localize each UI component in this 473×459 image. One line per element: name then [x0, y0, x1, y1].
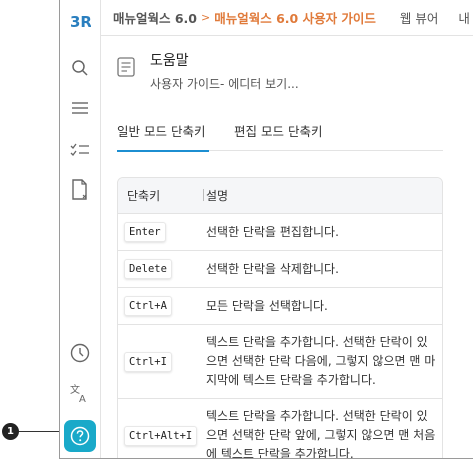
page-title: 도움말: [150, 53, 189, 69]
shortcut-key: Ctrl+Alt+I: [124, 425, 198, 446]
breadcrumb-separator: >: [201, 11, 211, 24]
table-row: Enter 선택한 단락을 편집합니다.: [118, 214, 442, 251]
logo-icon[interactable]: 3R: [68, 9, 92, 33]
app-window: 3R 文A 매뉴얼웍스 6.0 > 매뉴얼웍스 6.0 사용자 가이드 웹 뷰어: [59, 0, 473, 459]
tab-edit-mode[interactable]: 편집 모드 단축키: [234, 121, 322, 151]
history-icon[interactable]: [68, 341, 92, 365]
search-icon[interactable]: [68, 56, 92, 80]
translate-icon[interactable]: 文A: [68, 381, 92, 405]
table-row: Ctrl+A 모든 단락을 선택합니다.: [118, 288, 442, 325]
document-icon[interactable]: [68, 178, 92, 202]
shortcut-description: 모든 단락을 선택합니다.: [206, 298, 328, 313]
checklist-icon[interactable]: [68, 138, 92, 162]
breadcrumb-product[interactable]: 매뉴얼웍스 6.0: [113, 8, 197, 27]
shortcut-description: 텍스트 단락을 추가합니다. 선택한 단락이 있으면 선택한 단락 다음에, 그…: [206, 335, 436, 387]
shortcut-key: Ctrl+I: [124, 351, 172, 372]
shortcut-description: 선택한 단락을 삭제합니다.: [206, 261, 339, 276]
shortcut-key: Delete: [124, 259, 172, 279]
page-icon: [117, 57, 139, 79]
menu-icon[interactable]: [68, 96, 92, 120]
shortcut-tabs: 일반 모드 단축키 편집 모드 단축키: [117, 121, 443, 152]
page-subtitle: 사용자 가이드- 에디터 보기...: [150, 77, 299, 91]
shortcut-key: Ctrl+A: [124, 296, 172, 316]
table-row: Ctrl+Alt+I 텍스트 단락을 추가합니다. 선택한 단락이 있으면 선택…: [118, 399, 442, 459]
svg-text:A: A: [79, 394, 86, 403]
column-header-desc: 설명: [206, 189, 229, 203]
table-row: Delete 선택한 단락을 삭제합니다.: [118, 251, 442, 288]
shortcut-key: Enter: [124, 222, 166, 242]
callout-line: [19, 431, 64, 432]
svg-text:3R: 3R: [70, 13, 91, 31]
column-header-key: 단축키: [118, 187, 206, 204]
breadcrumb: 매뉴얼웍스 6.0 > 매뉴얼웍스 6.0 사용자 가이드 웹 뷰어 내: [101, 0, 473, 36]
tab-general-mode[interactable]: 일반 모드 단축키: [117, 121, 209, 152]
breadcrumb-web-viewer[interactable]: 웹 뷰어: [400, 8, 438, 27]
shortcut-description: 텍스트 단락을 추가합니다. 선택한 단락이 있으면 선택한 단락 앞에, 그렇…: [206, 409, 436, 459]
help-panel-header: 도움말 사용자 가이드- 에디터 보기...: [117, 50, 299, 92]
sidebar: 3R 文A: [60, 0, 101, 458]
shortcut-description: 선택한 단락을 편집합니다.: [206, 224, 339, 239]
help-icon: [70, 426, 90, 446]
callout-marker: 1: [2, 423, 19, 440]
help-button[interactable]: [64, 420, 96, 452]
shortcut-table: 단축키 설명 Enter 선택한 단락을 편집합니다. Delete 선택한 단…: [117, 177, 443, 459]
breadcrumb-current[interactable]: 매뉴얼웍스 6.0 사용자 가이드: [214, 8, 376, 27]
table-row: Ctrl+I 텍스트 단락을 추가합니다. 선택한 단락이 있으면 선택한 단락…: [118, 325, 442, 399]
breadcrumb-next[interactable]: 내: [458, 8, 470, 27]
table-header: 단축키 설명: [118, 178, 442, 214]
